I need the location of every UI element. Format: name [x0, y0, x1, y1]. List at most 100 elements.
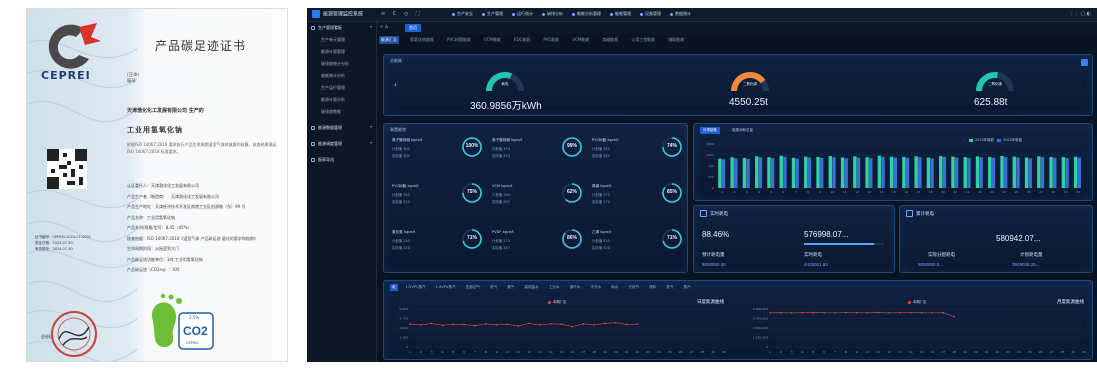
energy-tab[interactable]: 电 [390, 284, 398, 291]
bar-x-tick: 11 [843, 190, 847, 194]
line-point [549, 323, 552, 325]
line-x-tick: 1 [769, 350, 771, 354]
energy-tab[interactable]: 循环水 [568, 284, 583, 291]
bar-chart-tab[interactable]: 分项能耗 [700, 127, 720, 134]
ring-metric-plan: 计划值 270 [492, 239, 510, 243]
ring-metric: VCM kgce/t 计划值 260 实际值 262 62% [492, 183, 592, 232]
ring-metric-name: 乙烯 kgce/t [592, 230, 612, 234]
line-point [823, 312, 825, 314]
line-x-tick: 7 [834, 350, 836, 354]
panel-badge-icon[interactable] [1081, 59, 1088, 66]
line-point [495, 324, 498, 326]
co2-footer: CEPREI [186, 341, 199, 345]
energy-tab[interactable]: 高纯盐水 [522, 284, 540, 291]
line-x-tick: 10 [866, 350, 870, 354]
line-x-tick: 21 [625, 350, 629, 354]
line-x-tick: 5 [812, 350, 814, 354]
line-x-tick: 6 [463, 350, 465, 354]
energy-tab[interactable]: 冷冻水 [588, 284, 603, 291]
bar-2023 [975, 156, 980, 188]
line-point [430, 322, 433, 325]
line-x-tick: 15 [560, 350, 564, 354]
line-point [769, 312, 771, 314]
energy-type-tabs: 电 1/2VPV蒸汽 1.6VPV蒸汽 压缩空气 氮气 氯气 高纯盐水 工业水 循环水 冷冻水 纯水… [390, 284, 699, 291]
bar-2022 [869, 158, 873, 188]
energy-tab[interactable]: 压缩空气 [464, 284, 482, 291]
bar-2022 [954, 157, 959, 188]
energy-tab[interactable]: 纯水 [609, 284, 620, 291]
energy-tab[interactable]: 氯气 [505, 284, 516, 291]
red-seal-stamp-icon [51, 311, 97, 357]
gauge-value: 360.9856万kWh [470, 101, 542, 112]
energy-tab[interactable]: 氢气 [664, 284, 675, 291]
gauge-label: 二氧化碳 [988, 81, 1002, 86]
daily-curve-chart: 本期厂区 日度能源曲线 0 1,250 2,500 3,750 5,000 1 2 3 4 5 6 7… [388, 295, 728, 359]
bar-x-tick: 22 [978, 190, 982, 194]
energy-tab[interactable]: 天然气 [626, 284, 641, 291]
line-point [441, 324, 444, 327]
energy-tab[interactable]: 蒸汽 [681, 284, 692, 291]
bar-2023 [951, 156, 955, 188]
ring-metric-name: PVC树脂 kgce/t [592, 138, 619, 142]
bar-2022 [979, 157, 983, 188]
bar-x-tick: 1 [721, 190, 723, 194]
energy-tab[interactable]: 1.6VPV蒸汽 [434, 284, 458, 291]
kpi1-title: 实时耗电 [700, 210, 728, 217]
bar-2023 [742, 158, 747, 188]
kpi1-realtime-value: 576998.07... [804, 230, 849, 239]
bar-x-tick: 25 [1015, 190, 1019, 194]
bar-x-tick: 29 [1064, 190, 1068, 194]
ring-percent: 71% [666, 235, 677, 241]
line-point [614, 321, 617, 324]
ring-metric-plan: 计划值 230 [392, 239, 410, 243]
ring-percent: 62% [566, 189, 577, 195]
bar-2022 [942, 156, 947, 188]
line-x-tick: 19 [603, 350, 607, 354]
ring-metric-actual: 实际值 228 [392, 246, 410, 250]
line-x-tick: 2 [420, 350, 422, 354]
co2-sub: 2.5% [189, 315, 200, 320]
line-x-tick: 11 [516, 350, 520, 354]
ring-metric-name: VCM kgce/t [492, 184, 513, 188]
ring-metric-name: 氯化氢 kgce/t [392, 230, 416, 234]
line-point [780, 311, 782, 314]
bar-2023 [1061, 157, 1066, 188]
kpi1-progress [804, 243, 884, 245]
line-x-tick: 3 [431, 350, 433, 354]
bar-2022 [1077, 157, 1082, 188]
bar-2022 [721, 159, 726, 188]
bar-2022 [967, 158, 971, 188]
bar-2022 [856, 157, 861, 188]
line-x-tick: 6 [823, 350, 825, 354]
line-x-tick: 29 [711, 350, 715, 354]
energy-tab[interactable]: 氮气 [488, 284, 499, 291]
realtime-electricity-panel: 实时耗电 88.46% 576998.07... 预计耗电量 实时耗电 5000… [693, 205, 895, 273]
line-x-tick: 24 [657, 350, 661, 354]
kpi1-percent: 88.46% [702, 230, 730, 239]
bar-2023 [779, 155, 783, 188]
line-x-tick: 23 [1006, 350, 1010, 354]
energy-tab[interactable]: 工业水 [547, 284, 562, 291]
line-point [888, 312, 890, 314]
line-point [420, 324, 422, 326]
bar-2023 [1012, 156, 1016, 188]
energy-tab[interactable]: 燃料 [647, 284, 658, 291]
bar-chart: 0375750112515001 2 3 4 5 6 7 8 9 10 11 12 13 14 15 16 17… [706, 142, 1084, 194]
ring-metric-name: PVC树脂 kgce/t [392, 184, 419, 188]
qr-code-icon [47, 149, 87, 189]
prev-arrow-icon[interactable]: ‹ [394, 81, 397, 89]
line-point [801, 311, 804, 314]
line-point [790, 312, 793, 314]
line-point [517, 325, 520, 327]
bar-x-tick: 16 [904, 190, 908, 194]
bar-x-tick: 20 [953, 190, 957, 194]
line-x-tick: 13 [538, 350, 542, 354]
line-point [855, 311, 858, 314]
kpi1-label-right: 实时耗电 [804, 253, 822, 258]
monthly-legend: 本期厂区 [908, 299, 927, 304]
ring-metric: PVC树脂 kgce/t 计划值 310 实际值 310 75% [392, 183, 492, 232]
bar-2023 [804, 156, 808, 188]
line-point [636, 323, 639, 325]
energy-tab[interactable]: 1/2VPV蒸汽 [404, 284, 428, 291]
line-y-tick: 1,250,000 [753, 336, 768, 340]
